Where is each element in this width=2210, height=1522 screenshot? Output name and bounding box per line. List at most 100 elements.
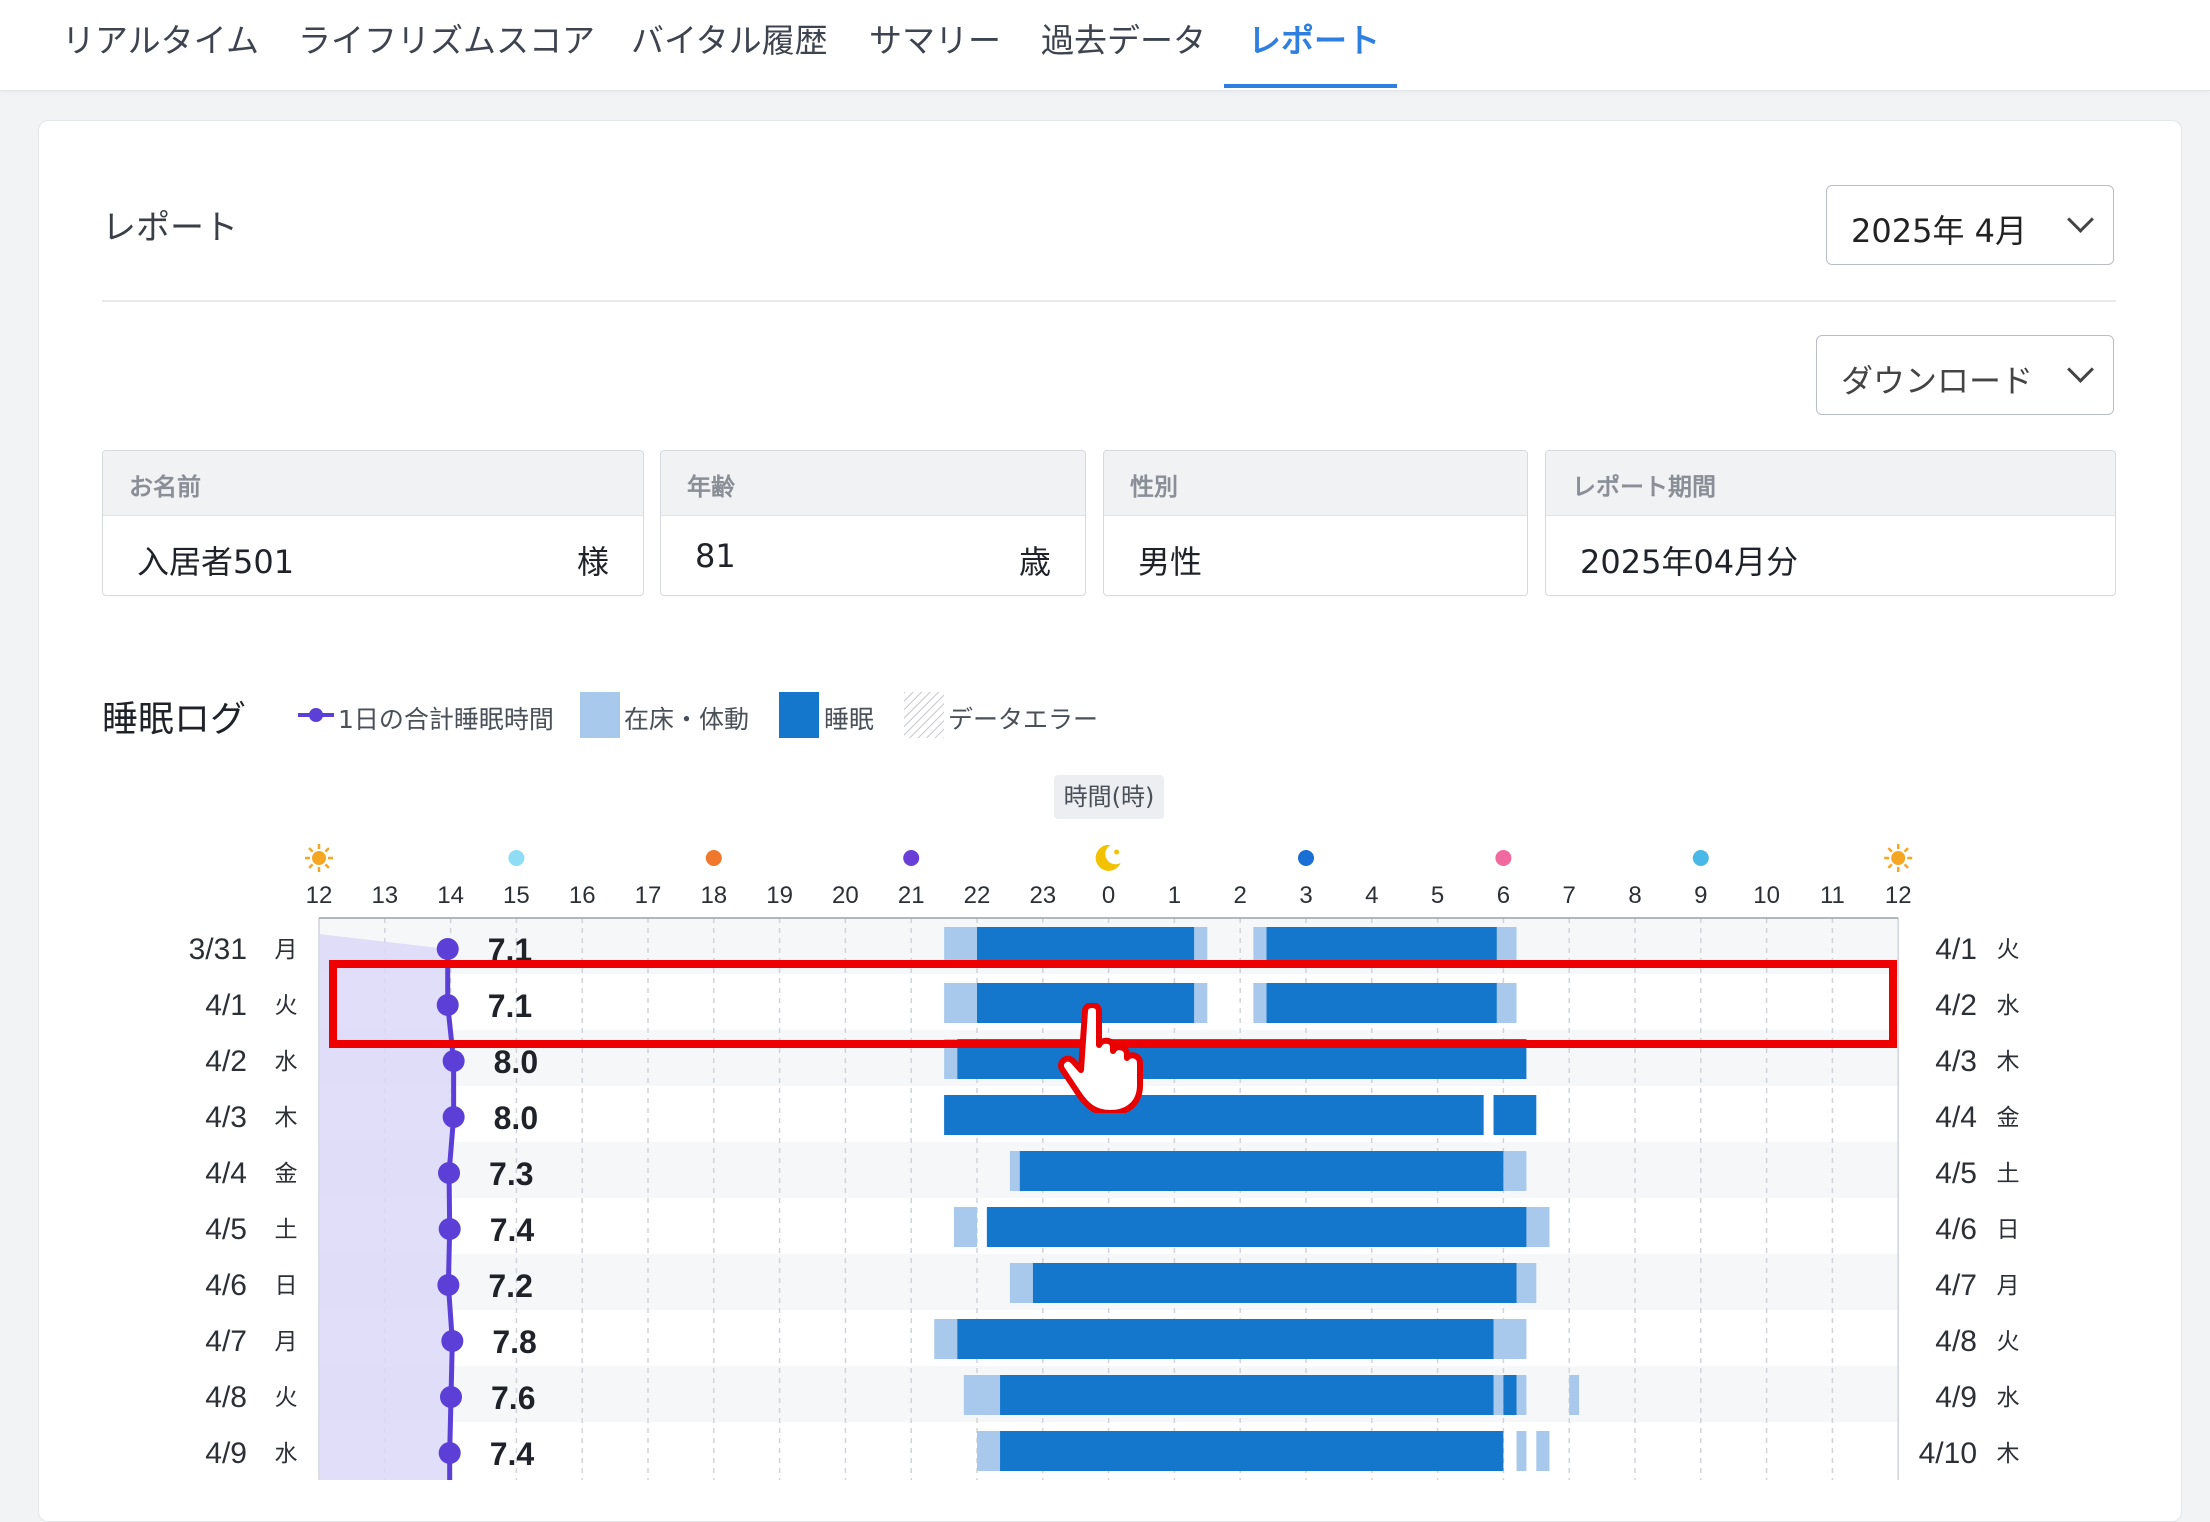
in-bed-bar — [1493, 1319, 1527, 1359]
row-next-date-label: 4/8 — [1935, 1325, 1977, 1358]
row-next-date-label: 4/10 — [1919, 1437, 1977, 1470]
row-next-dow-label: 月 — [1997, 1272, 2020, 1298]
sun-icon — [305, 844, 333, 872]
tick-dot-icon — [1495, 850, 1512, 866]
total-sleep-value: 7.6 — [491, 1380, 535, 1416]
total-sleep-point — [441, 1330, 464, 1352]
row-date-label: 3/31 — [189, 933, 247, 966]
total-sleep-point — [437, 1274, 460, 1296]
row-date-label: 4/5 — [205, 1213, 247, 1246]
row-next-date-label: 4/6 — [1935, 1213, 1977, 1246]
tick-dot-icon — [903, 850, 920, 866]
row-dow-label: 水 — [275, 1440, 298, 1466]
total-sleep-value: 7.4 — [490, 1436, 535, 1472]
row-dow-label: 水 — [275, 1048, 298, 1074]
x-tick-label: 18 — [700, 882, 727, 909]
x-tick-label: 5 — [1431, 882, 1444, 909]
row-next-dow-label: 金 — [1997, 1104, 2020, 1130]
row-date-label: 4/7 — [205, 1325, 247, 1358]
row-next-dow-label: 火 — [1997, 1328, 2020, 1354]
x-tick-label: 13 — [371, 882, 398, 909]
x-tick-label: 22 — [964, 882, 991, 909]
total-sleep-point — [442, 1050, 465, 1072]
row-next-date-label: 4/9 — [1935, 1381, 1977, 1414]
sleep-bar — [986, 1207, 1527, 1247]
row-date-label: 4/4 — [205, 1157, 247, 1190]
total-sleep-value: 8.0 — [494, 1044, 538, 1080]
sleep-bar — [1032, 1263, 1517, 1303]
tick-dot-icon — [1692, 850, 1709, 866]
sleep-bar — [1503, 1375, 1517, 1415]
total-sleep-value: 7.4 — [490, 1212, 535, 1248]
in-bed-bar — [1503, 1151, 1527, 1191]
x-tick-label: 6 — [1497, 882, 1510, 909]
total-sleep-value: 7.3 — [489, 1156, 533, 1192]
total-sleep-value: 8.0 — [494, 1100, 538, 1136]
row-next-date-label: 4/2 — [1935, 989, 1977, 1022]
in-bed-bar — [1516, 1375, 1527, 1415]
sleep-bar — [957, 1319, 1494, 1359]
row-next-dow-label: 水 — [1997, 992, 2020, 1018]
x-tick-label: 15 — [503, 882, 530, 909]
x-tick-label: 8 — [1628, 882, 1641, 909]
in-bed-bar — [1569, 1375, 1580, 1415]
total-sleep-point — [438, 1218, 461, 1240]
x-tick-label: 12 — [1885, 882, 1912, 909]
row-dow-label: 木 — [275, 1104, 298, 1130]
in-bed-bar — [963, 1375, 1001, 1415]
tick-dot-icon — [705, 850, 722, 866]
in-bed-bar — [1009, 1151, 1020, 1191]
row-dow-label: 日 — [275, 1272, 298, 1298]
in-bed-bar — [1009, 1263, 1033, 1303]
x-tick-label: 2 — [1234, 882, 1247, 909]
total-sleep-point — [438, 1442, 461, 1464]
in-bed-bar — [934, 1319, 958, 1359]
row-dow-label: 金 — [275, 1160, 298, 1186]
row-dow-label: 土 — [275, 1216, 298, 1242]
x-tick-label: 10 — [1753, 882, 1780, 909]
x-tick-label: 23 — [1029, 882, 1056, 909]
row-next-date-label: 4/1 — [1935, 933, 1977, 966]
row-dow-label: 火 — [275, 1384, 298, 1410]
sleep-log-chart: 12 13 14 15 16 17 18 19 20 21 22 23 0 1 2 3 4 5 6 7 8 9 10 11 12… — [189, 844, 2020, 1480]
row-next-dow-label: 木 — [1997, 1048, 2020, 1074]
row-dow-label: 火 — [275, 992, 298, 1018]
x-tick-label: 7 — [1563, 882, 1576, 909]
row-dow-label: 月 — [275, 936, 298, 962]
x-tick-label: 9 — [1694, 882, 1707, 909]
x-tick-label: 4 — [1365, 882, 1378, 909]
x-tick-label: 21 — [898, 882, 925, 909]
x-tick-label: 19 — [766, 882, 793, 909]
row-next-dow-label: 土 — [1997, 1160, 2020, 1186]
row-next-dow-label: 日 — [1997, 1216, 2020, 1242]
x-tick-label: 17 — [635, 882, 662, 909]
row-next-dow-label: 火 — [1997, 936, 2020, 962]
sleep-bar — [1493, 1095, 1537, 1135]
tick-dot-icon — [508, 850, 525, 866]
row-next-date-label: 4/5 — [1935, 1157, 1977, 1190]
total-sleep-point — [442, 1106, 465, 1128]
sleep-bar — [944, 1095, 1484, 1135]
row-next-date-label: 4/7 — [1935, 1269, 1977, 1302]
pointer-hand-icon — [1058, 1003, 1143, 1113]
x-tick-label: 14 — [437, 882, 464, 909]
total-sleep-value: 7.2 — [488, 1268, 532, 1304]
x-tick-label: 11 — [1820, 882, 1845, 909]
row-next-date-label: 4/3 — [1935, 1045, 1977, 1078]
sleep-bar — [1000, 1431, 1504, 1471]
row-next-dow-label: 木 — [1997, 1440, 2020, 1466]
total-sleep-value: 7.8 — [492, 1324, 536, 1360]
row-date-label: 4/2 — [205, 1045, 247, 1078]
in-bed-bar — [1526, 1207, 1550, 1247]
total-sleep-point — [438, 1162, 461, 1184]
row-date-label: 4/8 — [205, 1381, 247, 1414]
moon-star-icon — [1114, 849, 1120, 855]
total-sleep-point — [440, 1386, 463, 1408]
x-tick-label: 0 — [1102, 882, 1115, 909]
in-bed-bar — [1536, 1431, 1550, 1471]
row-date-label: 4/1 — [205, 989, 247, 1022]
in-bed-bar — [1516, 1263, 1537, 1303]
in-bed-bar — [977, 1431, 1001, 1471]
tick-dot-icon — [1298, 850, 1314, 866]
in-bed-bar — [1493, 1375, 1504, 1415]
